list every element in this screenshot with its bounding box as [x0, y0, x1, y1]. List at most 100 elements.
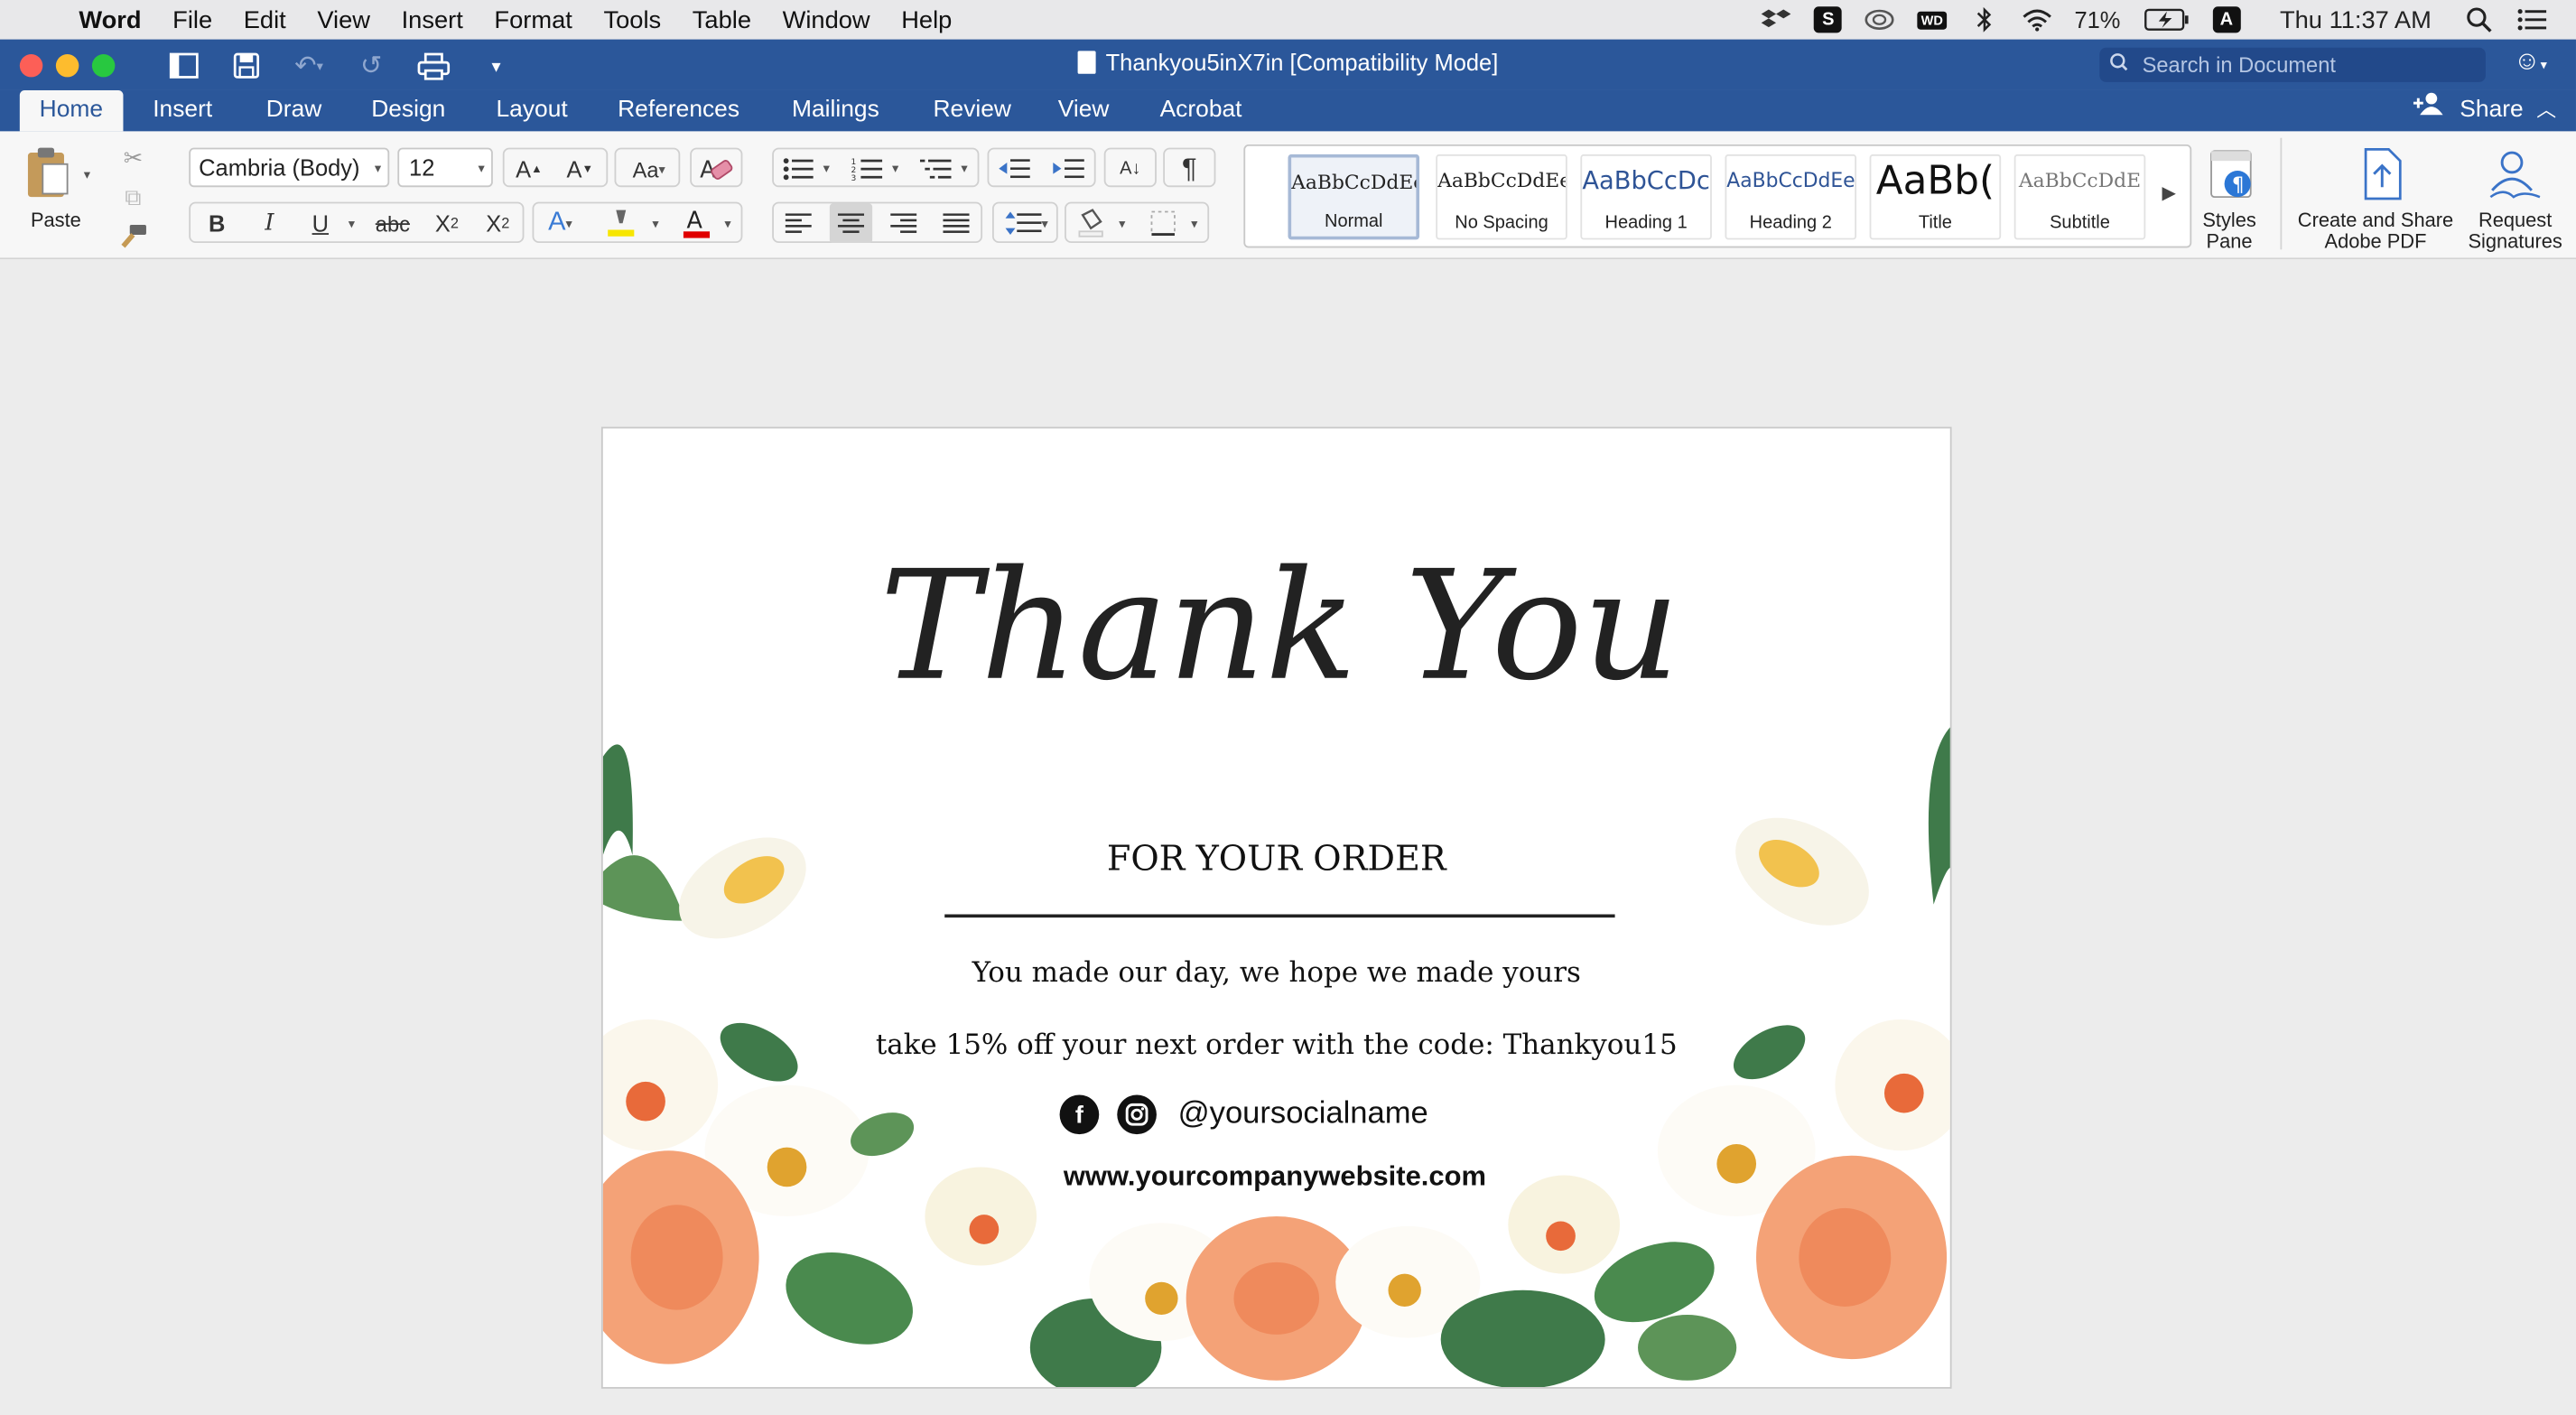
bold-icon[interactable]: B — [196, 203, 238, 243]
style-heading-1[interactable]: AaBbCcDc Heading 1 — [1580, 154, 1712, 240]
dropbox-icon[interactable] — [1762, 6, 1791, 33]
align-right-icon[interactable] — [882, 203, 925, 243]
sort-icon[interactable]: A↓ — [1109, 149, 1151, 189]
document-page[interactable]: Thank You FOR YOUR ORDER You made our da… — [600, 426, 1952, 1389]
menu-window[interactable]: Window — [767, 5, 886, 33]
style-normal[interactable]: AaBbCcDdEe Normal — [1288, 154, 1420, 240]
tab-home[interactable]: Home — [19, 89, 123, 132]
wifi-icon[interactable] — [2022, 6, 2051, 33]
tab-insert[interactable]: Insert — [153, 90, 212, 131]
document-icon — [1077, 51, 1096, 74]
feedback-smiley-icon[interactable]: ☺▾ — [2514, 48, 2547, 78]
cut-icon[interactable]: ✂ — [112, 138, 154, 178]
tab-view[interactable]: View — [1058, 90, 1110, 131]
multilevel-list-icon[interactable] — [915, 149, 957, 189]
underline-caret-icon[interactable]: ▾ — [349, 217, 355, 231]
shading-icon[interactable] — [1069, 203, 1111, 243]
style-no-spacing[interactable]: AaBbCcDdEe No Spacing — [1436, 154, 1567, 240]
style-normal-preview: AaBbCcDdEe — [1291, 171, 1417, 194]
underline-icon[interactable]: U — [299, 203, 341, 243]
align-center-icon[interactable] — [829, 203, 873, 244]
request-signatures-button[interactable] — [2484, 144, 2546, 203]
menu-insert[interactable]: Insert — [386, 5, 479, 33]
justify-icon[interactable] — [935, 203, 977, 243]
indent-group — [987, 147, 1096, 189]
style-title[interactable]: AaBb( Title — [1869, 154, 2002, 240]
italic-icon[interactable]: I — [248, 203, 291, 243]
request-signatures-label: Request Signatures — [2468, 208, 2562, 253]
align-left-icon[interactable] — [777, 203, 820, 243]
styles-pane-button[interactable]: ¶ — [2201, 144, 2261, 203]
style-subtitle[interactable]: AaBbCcDdE Subtitle — [2013, 154, 2146, 240]
style-heading-2[interactable]: AaBbCcDdEe Heading 2 — [1725, 154, 1857, 240]
clear-formatting-icon[interactable]: A — [695, 149, 738, 189]
tab-design[interactable]: Design — [371, 90, 445, 131]
borders-icon[interactable] — [1142, 203, 1185, 243]
increase-indent-icon[interactable] — [1046, 149, 1089, 189]
tab-review[interactable]: Review — [933, 90, 1011, 131]
shading-caret-icon[interactable]: ▾ — [1119, 217, 1125, 231]
shrink-font-icon[interactable]: A ▼ — [559, 149, 601, 189]
tab-draw[interactable]: Draw — [266, 90, 322, 131]
style-heading-1-preview: AaBbCcDc — [1582, 165, 1710, 196]
bullets-caret-icon[interactable]: ▾ — [823, 161, 830, 175]
share-button[interactable]: Share ︿ — [2413, 90, 2556, 131]
wd-drive-icon[interactable]: WD — [1918, 10, 1947, 29]
menu-edit[interactable]: Edit — [228, 5, 302, 33]
highlight-caret-icon[interactable]: ▾ — [652, 217, 658, 231]
menu-table[interactable]: Table — [676, 5, 767, 33]
tab-references[interactable]: References — [618, 90, 739, 131]
font-size-select[interactable]: 12 ▾ — [397, 147, 493, 188]
menu-app-word[interactable]: Word — [60, 5, 157, 33]
text-effects-icon[interactable]: A ▾ — [539, 203, 581, 243]
battery-charging-icon[interactable] — [2144, 6, 2190, 33]
font-name-select[interactable]: Cambria (Body) ▾ — [189, 147, 390, 188]
menu-format[interactable]: Format — [479, 5, 588, 33]
social-row: f @yoursocialname — [1059, 1094, 1428, 1135]
font-color-caret-icon[interactable]: ▾ — [724, 217, 730, 231]
tab-acrobat[interactable]: Acrobat — [1160, 90, 1242, 131]
window-titlebar: ↶ ▾ ↺ ▾ Thankyou5inX7in [Compatibility Mo… — [0, 39, 2576, 90]
line-spacing-icon[interactable]: ▾ — [997, 203, 1056, 243]
numbering-caret-icon[interactable]: ▾ — [892, 161, 898, 175]
menu-view[interactable]: View — [302, 5, 386, 33]
show-formatting-marks-icon[interactable]: ¶ — [1168, 149, 1211, 189]
menu-help[interactable]: Help — [886, 5, 968, 33]
paste-button[interactable] — [20, 144, 76, 203]
tab-mailings[interactable]: Mailings — [792, 90, 879, 131]
font-color-icon[interactable]: A — [675, 203, 718, 243]
superscript-icon[interactable]: X2 — [477, 203, 519, 243]
bullets-icon[interactable] — [777, 149, 820, 189]
format-painter-icon[interactable] — [112, 217, 154, 256]
skype-icon[interactable]: S — [1814, 6, 1843, 33]
multilevel-caret-icon[interactable]: ▾ — [961, 161, 967, 175]
ribbon-separator — [2280, 137, 2283, 250]
status-menus: S WD 71% A Thu 11:37 AM — [1762, 0, 2576, 40]
styles-gallery-next-icon[interactable]: ▶ — [2162, 182, 2175, 204]
subscript-icon[interactable]: X2 — [425, 203, 468, 243]
search-input[interactable]: Search in Document — [2143, 52, 2336, 77]
tab-layout[interactable]: Layout — [496, 90, 567, 131]
notification-center-icon[interactable] — [2516, 6, 2547, 33]
spotlight-search-icon[interactable] — [2464, 6, 2494, 33]
menubar-clock[interactable]: Thu 11:37 AM — [2280, 5, 2432, 33]
input-source-icon[interactable]: A — [2212, 6, 2241, 33]
numbering-icon[interactable]: 123 — [846, 149, 888, 189]
creative-cloud-icon[interactable] — [1865, 6, 1895, 33]
collapse-ribbon-icon[interactable]: ︿ — [2536, 90, 2556, 131]
create-share-pdf-button[interactable] — [2353, 144, 2413, 203]
menu-file[interactable]: File — [157, 5, 228, 33]
paste-options-caret[interactable]: ▾ — [84, 167, 90, 182]
grow-font-icon[interactable]: A ▲ — [507, 149, 550, 189]
borders-caret-icon[interactable]: ▾ — [1191, 217, 1197, 231]
change-case-icon[interactable]: Aa ▾ — [619, 149, 679, 189]
bluetooth-icon[interactable] — [1969, 6, 1999, 33]
thank-you-headline: Thank You — [879, 539, 1679, 714]
menu-tools[interactable]: Tools — [588, 5, 676, 33]
list-group: ▾ 123 ▾ ▾ — [772, 147, 980, 189]
search-document-box[interactable]: Search in Document — [2099, 47, 2486, 82]
highlight-color-icon[interactable] — [600, 203, 642, 243]
decrease-indent-icon[interactable] — [992, 149, 1035, 189]
strikethrough-icon[interactable]: abc — [371, 203, 414, 243]
copy-icon[interactable]: ⧉ — [112, 177, 154, 217]
